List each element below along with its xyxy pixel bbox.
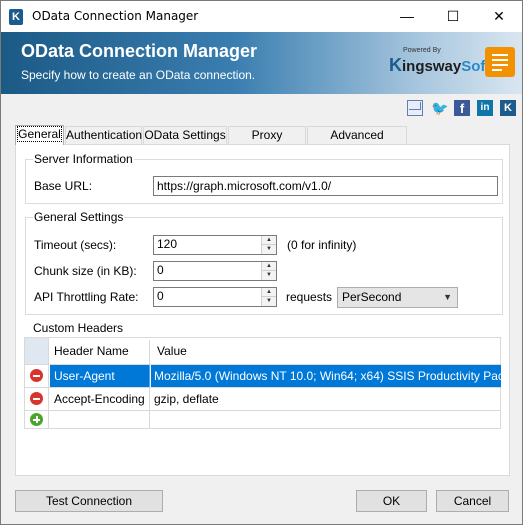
logo-powered-by: Powered By xyxy=(403,47,441,54)
base-url-input[interactable]: https://graph.microsoft.com/v1.0/ xyxy=(153,176,498,196)
tab-general-label: General xyxy=(17,126,62,142)
rate-unit-value: PerSecond xyxy=(342,290,402,304)
tab-advanced-settings[interactable]: Advanced Settings xyxy=(307,126,407,159)
throttle-up-icon[interactable]: ▲ xyxy=(262,288,276,297)
logo-k: K xyxy=(389,55,402,75)
header-name-cell[interactable]: User-Agent xyxy=(50,365,150,387)
add-icon[interactable] xyxy=(30,413,43,426)
test-connection-button[interactable]: Test Connection xyxy=(15,490,163,512)
custom-headers-grid[interactable]: Header Name Value User-Agent Mozilla/5.0… xyxy=(24,337,501,429)
throttle-down-icon[interactable]: ▼ xyxy=(262,297,276,306)
throttling-rate-value: 0 xyxy=(157,289,164,303)
server-information-label: Server Information xyxy=(33,152,134,166)
banner-subtitle: Specify how to create an OData connectio… xyxy=(21,68,256,82)
chunk-up-icon[interactable]: ▲ xyxy=(262,262,276,271)
kingswaysoft-icon[interactable]: K xyxy=(500,100,516,116)
rate-unit-select[interactable]: PerSecond ▼ xyxy=(337,287,458,308)
chevron-down-icon: ▼ xyxy=(443,292,452,302)
new-header-name-cell[interactable] xyxy=(50,411,150,429)
twitter-icon[interactable]: 🐦 xyxy=(431,100,448,116)
column-header-name[interactable]: Header Name xyxy=(50,340,150,364)
cancel-button[interactable]: Cancel xyxy=(436,490,509,512)
document-icon[interactable] xyxy=(485,47,515,77)
kingswaysoft-logo: Powered By KingswaySoft xyxy=(389,47,490,77)
logo-wordmark: KingswaySoft xyxy=(389,55,490,76)
throttling-rate-stepper[interactable]: 0 ▲ ▼ xyxy=(153,287,277,307)
tab-odata-settings[interactable]: OData Settings xyxy=(143,126,227,145)
row-add-cell[interactable] xyxy=(25,411,49,429)
timeout-hint: (0 for infinity) xyxy=(287,238,357,252)
row-remove-cell[interactable] xyxy=(25,388,49,410)
linkedin-icon[interactable]: in xyxy=(477,100,493,116)
chunk-size-stepper[interactable]: 0 ▲ ▼ xyxy=(153,261,277,281)
general-settings-label: General Settings xyxy=(33,210,125,224)
timeout-spin-buttons: ▲ ▼ xyxy=(261,236,276,254)
maximize-button[interactable]: ☐ xyxy=(430,1,476,32)
connection-manager-window: K OData Connection Manager — ☐ ✕ OData C… xyxy=(0,0,523,525)
remove-icon[interactable] xyxy=(30,392,43,405)
chunk-down-icon[interactable]: ▼ xyxy=(262,271,276,280)
chunk-spin-buttons: ▲ ▼ xyxy=(261,262,276,280)
minimize-button[interactable]: — xyxy=(384,1,430,32)
logo-ingsway: ingsway xyxy=(402,58,462,75)
app-icon: K xyxy=(9,9,23,25)
server-information-group: Server Information Base URL: https://gra… xyxy=(25,152,503,204)
timeout-down-icon[interactable]: ▼ xyxy=(262,245,276,254)
throttling-rate-label: API Throttling Rate: xyxy=(34,290,139,304)
timeout-value: 120 xyxy=(157,237,178,251)
timeout-up-icon[interactable]: ▲ xyxy=(262,236,276,245)
timeout-stepper[interactable]: 120 ▲ ▼ xyxy=(153,235,277,255)
header-name-cell[interactable]: Accept-Encoding xyxy=(50,388,150,410)
base-url-label: Base URL: xyxy=(34,179,93,193)
tab-proxy-settings[interactable]: Proxy Settings xyxy=(228,126,306,159)
ok-button[interactable]: OK xyxy=(356,490,427,512)
banner-title: OData Connection Manager xyxy=(21,41,258,61)
title-bar: K OData Connection Manager — ☐ ✕ xyxy=(1,1,522,32)
remove-icon[interactable] xyxy=(30,369,43,382)
throttle-spin-buttons: ▲ ▼ xyxy=(261,288,276,306)
tab-general[interactable]: General xyxy=(15,125,64,145)
row-remove-cell[interactable] xyxy=(25,365,49,387)
row-header-corner xyxy=(25,338,49,365)
chunk-size-value: 0 xyxy=(157,263,164,277)
tab-authentication[interactable]: Authentication xyxy=(65,126,142,145)
requests-label: requests xyxy=(286,290,333,304)
header-value-cell[interactable]: Mozilla/5.0 (Windows NT 10.0; Win64; x64… xyxy=(151,365,501,387)
facebook-icon[interactable]: f xyxy=(454,100,470,116)
custom-headers-label: Custom Headers xyxy=(32,321,125,335)
header-banner: OData Connection Manager Specify how to … xyxy=(1,32,522,94)
close-button[interactable]: ✕ xyxy=(476,1,522,32)
header-value-cell[interactable]: gzip, deflate xyxy=(151,388,501,410)
email-icon[interactable] xyxy=(407,100,423,116)
column-header-value[interactable]: Value xyxy=(151,340,351,364)
chunk-size-label: Chunk size (in KB): xyxy=(34,264,137,278)
general-settings-group: General Settings Timeout (secs): 120 ▲ ▼ … xyxy=(25,210,503,315)
timeout-label: Timeout (secs): xyxy=(34,238,117,252)
window-title: OData Connection Manager xyxy=(32,9,199,23)
